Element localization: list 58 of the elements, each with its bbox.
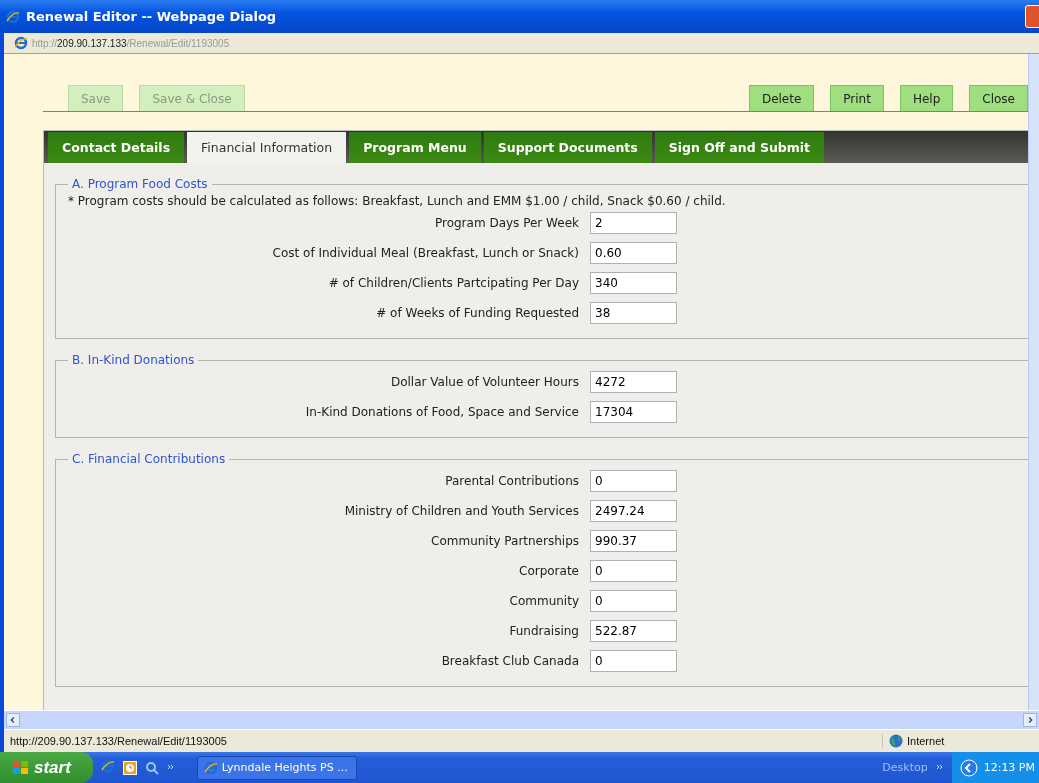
input-field[interactable]: 2497.24 <box>590 500 677 522</box>
start-button[interactable]: start <box>0 752 93 783</box>
toolbar-button[interactable]: Delete <box>748 85 815 111</box>
tab[interactable]: Contact Details <box>48 132 185 163</box>
input-field[interactable]: 522.87 <box>590 620 677 642</box>
taskbar-button[interactable]: Lynndale Heights PS ... <box>196 755 357 780</box>
field-label: Breakfast Club Canada <box>440 654 579 668</box>
tab[interactable]: Financial Information <box>187 132 347 163</box>
field-label: Program Days Per Week <box>433 216 579 230</box>
clock-time: 12:13 PM <box>983 761 1035 774</box>
field-label: Community <box>508 594 579 608</box>
toolbar-button[interactable]: Help <box>899 85 954 111</box>
toolbar-button[interactable]: Print <box>830 85 884 111</box>
toolbar-label: Desktop <box>882 761 928 774</box>
window-title: Renewal Editor -- Webpage Dialog <box>26 9 277 24</box>
search-icon[interactable] <box>144 760 159 775</box>
input-field[interactable]: 4272 <box>590 371 677 393</box>
input-field[interactable]: 340 <box>590 272 677 294</box>
browser-icon <box>6 9 20 24</box>
input-field[interactable]: 2 <box>590 212 677 234</box>
chevron-icon[interactable] <box>166 763 175 772</box>
browser-icon <box>203 760 218 775</box>
tab[interactable]: Support Documents <box>483 132 652 163</box>
input-field[interactable]: 0 <box>590 590 677 612</box>
field-label: Parental Contributions <box>444 474 579 488</box>
input-field[interactable]: 0 <box>590 650 677 672</box>
field-label: Community Partnerships <box>430 534 579 548</box>
tab[interactable]: Program Menu <box>349 132 481 163</box>
note-text: * Program costs should be calculated as follows: Breakfast, Lunch and EMM $1.00 / child, Snack $0.60 / child. <box>68 194 727 208</box>
chevron-icon[interactable] <box>935 763 944 772</box>
address-text: http://209.90.137.133/Renewal/Edit/1193005 <box>32 37 230 49</box>
field-label: Corporate <box>518 564 579 578</box>
status-text: http://209.90.137.133/Renewal/Edit/1193005 <box>9 735 228 747</box>
zone-label: Internet <box>907 735 945 747</box>
browser-icon <box>100 759 115 773</box>
field-label: # of Weeks of Funding Requested <box>375 306 579 320</box>
windows-logo-icon <box>12 759 30 776</box>
tab[interactable]: Sign Off and Submit <box>654 132 825 163</box>
page-icon <box>14 36 28 50</box>
globe-icon <box>889 734 903 748</box>
scrollbar[interactable] <box>1028 54 1039 710</box>
field-label: Cost of Individual Meal (Breakfast, Lunch or Snack) <box>271 246 579 260</box>
input-field[interactable]: 990.37 <box>590 530 677 552</box>
field-label: In-Kind Donations of Food, Space and Service <box>304 405 579 419</box>
section-title: C. Financial Contributions <box>71 452 227 466</box>
field-label: Dollar Value of Volunteer Hours <box>389 375 579 389</box>
input-field[interactable]: 38 <box>590 302 677 324</box>
input-field[interactable]: 0 <box>590 470 677 492</box>
section-title: A. Program Food Costs <box>71 177 209 191</box>
toolbar-button[interactable]: Close <box>969 85 1028 111</box>
field-label: Ministry of Children and Youth Services <box>343 504 579 518</box>
section-title: B. In-Kind Donations <box>71 353 196 367</box>
field-label: Fundraising <box>508 624 579 638</box>
clock-icon[interactable] <box>122 760 137 775</box>
field-label: # of Children/Clients Partcipating Per Day <box>327 276 579 290</box>
input-field[interactable]: 0 <box>590 560 677 582</box>
input-field[interactable]: 0.60 <box>590 242 677 264</box>
input-field[interactable]: 17304 <box>590 401 677 423</box>
